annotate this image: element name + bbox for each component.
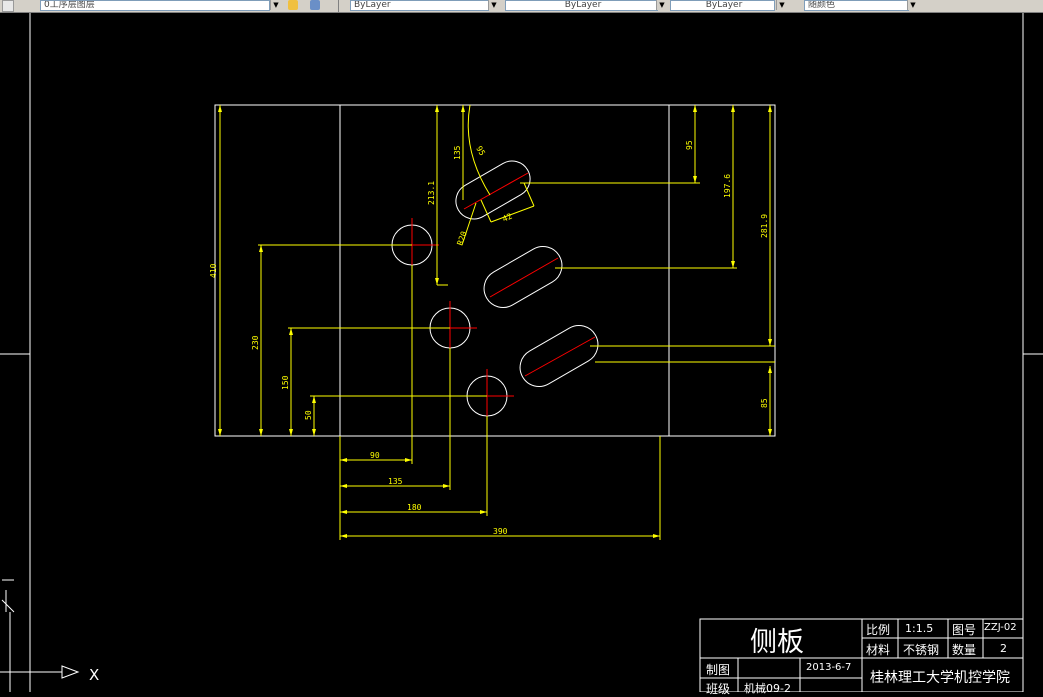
color-dropdown[interactable]: ByLayer [350, 0, 489, 11]
dim-left-150: 150 [281, 375, 290, 390]
ucs-icon [0, 579, 80, 692]
dimension-arrows [218, 105, 772, 538]
toolbar-separator [338, 0, 339, 12]
dim-bottom-90: 90 [370, 451, 380, 460]
quantity-value: 2 [1000, 642, 1007, 655]
dim-right-197: 197.6 [723, 174, 732, 198]
linetype-dropdown[interactable]: ByLayer [505, 0, 658, 11]
dim-total-height: 410 [209, 263, 218, 278]
slot-3 [519, 325, 599, 387]
drawing-no-value: ZZJ-02 [984, 622, 1017, 633]
dim-slot-radius: R20 [455, 230, 468, 247]
date: 2013-6-7 [806, 662, 852, 673]
school-name: 桂林理工大学机控学院 [870, 670, 1010, 686]
dimension-lines [219, 104, 775, 540]
linetype-dropdown-arrow[interactable]: ▼ [656, 0, 667, 10]
dim-bottom-390: 390 [493, 527, 508, 536]
dim-top-213: 213.1 [427, 181, 436, 205]
plotstyle-dropdown-arrow[interactable]: ▼ [907, 0, 918, 10]
class-label: 班级 [706, 682, 731, 696]
drawn-by-label: 制图 [706, 663, 731, 677]
quantity-label: 数量 [952, 643, 977, 657]
dim-bottom-180: 180 [407, 503, 422, 512]
color-dropdown-arrow[interactable]: ▼ [488, 0, 499, 10]
class-value: 机械09-2 [744, 682, 791, 695]
centerlines [385, 172, 596, 423]
viewport-frame [0, 13, 1043, 692]
layer-dropdown-arrow[interactable]: ▼ [270, 0, 281, 10]
dim-slot-angle: 95 [474, 145, 487, 158]
ucs-x-label: X [89, 666, 99, 684]
layer-previous-icon[interactable] [310, 0, 320, 10]
slot-2 [483, 246, 563, 308]
dim-left-230: 230 [251, 335, 260, 350]
lineweight-dropdown[interactable]: ByLayer [670, 0, 775, 11]
lineweight-dropdown-arrow[interactable]: ▼ [776, 0, 787, 10]
material-value: 不锈钢 [903, 643, 940, 657]
layer-dropdown[interactable]: 0工序层图层 [40, 0, 270, 11]
dim-right-85: 85 [760, 398, 769, 408]
material-label: 材料 [866, 643, 891, 657]
dimension-text: 410 230 150 50 90 135 180 390 213.1 135 … [209, 140, 769, 536]
slot-1 [455, 160, 531, 220]
drawing-no-label: 图号 [952, 623, 977, 637]
scale-value: 1:1.5 [905, 622, 934, 635]
drawing-canvas[interactable]: 410 230 150 50 90 135 180 390 213.1 135 … [0, 13, 1043, 692]
scale-label: 比例 [866, 623, 891, 637]
properties-toolbar: 0工序层图层 ▼ ByLayer ▼ ByLayer ▼ ByLayer ▼ 随… [0, 0, 1043, 13]
title-block: 侧板 比例 1:1.5 图号 ZZJ-02 材料 不锈钢 数量 2 制图 201… [700, 619, 1023, 696]
dim-right-281: 281.9 [760, 214, 769, 238]
dim-right-95: 95 [685, 140, 694, 150]
dim-slot-135: 135 [453, 145, 462, 160]
part-name: 侧板 [750, 627, 804, 658]
dim-slot-width: 42 [501, 212, 514, 224]
dim-left-50: 50 [304, 410, 313, 420]
make-current-layer-icon[interactable] [288, 0, 298, 10]
part-outline [214, 104, 776, 437]
layer-state-icon[interactable] [2, 0, 14, 12]
plotstyle-dropdown[interactable]: 随颜色 [804, 0, 909, 11]
dim-bottom-135: 135 [388, 477, 403, 486]
